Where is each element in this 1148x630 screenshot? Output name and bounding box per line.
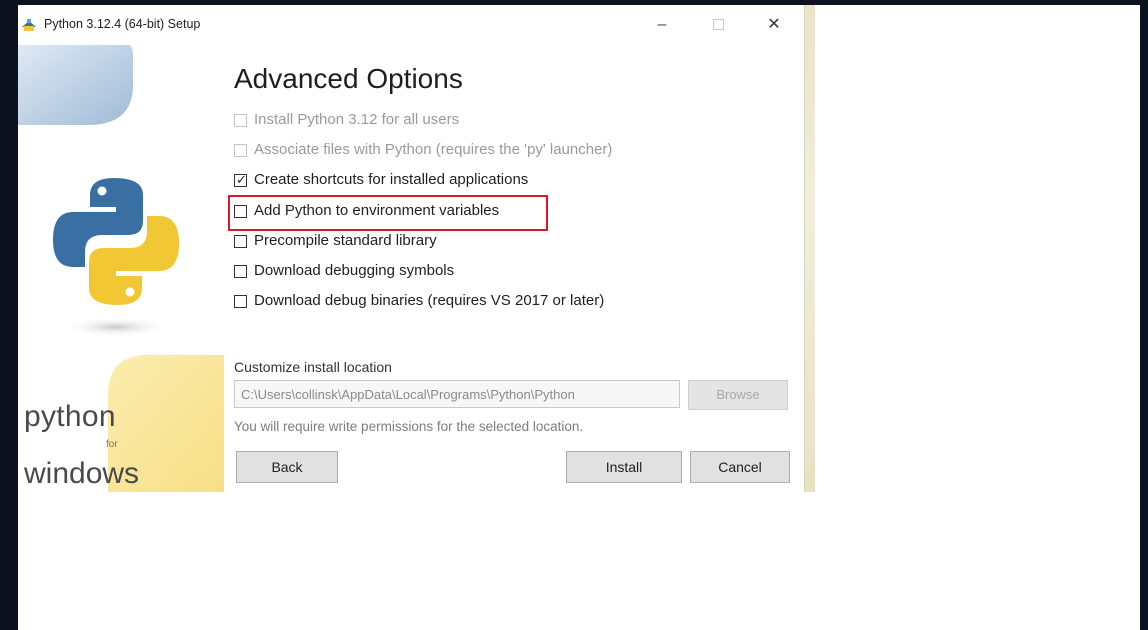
branding-panel: python for windows <box>18 45 224 492</box>
highlight-box <box>228 195 548 231</box>
checkbox[interactable] <box>234 265 247 278</box>
option-label: Create shortcuts for installed applicati… <box>254 171 529 188</box>
title-bar: Python 3.12.4 (64-bit) Setup – ✕ <box>18 5 804 45</box>
option-label: Precompile standard library <box>254 232 437 249</box>
option-label: Install Python 3.12 for all users <box>254 111 460 128</box>
install-location-input[interactable]: C:\Users\collinsk\AppData\Local\Programs… <box>234 380 680 408</box>
option-label: Download debug binaries (requires VS 201… <box>254 292 605 309</box>
python-setup-icon <box>22 19 36 31</box>
option-label: Associate files with Python (requires th… <box>254 141 613 158</box>
setup-dialog: Python 3.12.4 (64-bit) Setup – ✕ python … <box>18 5 804 492</box>
brand-for-text: for <box>106 439 118 450</box>
permissions-note: You will require write permissions for t… <box>234 419 584 434</box>
option-label: Download debugging symbols <box>254 262 455 279</box>
cancel-button[interactable]: Cancel <box>690 451 790 483</box>
checkmark-icon: ✓ <box>236 172 247 187</box>
page-title: Advanced Options <box>234 63 463 94</box>
checkbox[interactable] <box>234 144 247 157</box>
checkbox-checked[interactable]: ✓ <box>234 172 247 187</box>
brand-windows-text: windows <box>24 457 140 490</box>
minimize-button[interactable]: – <box>650 13 674 37</box>
install-button[interactable]: Install <box>566 451 682 483</box>
window-title: Python 3.12.4 (64-bit) Setup <box>44 17 201 31</box>
browse-button[interactable]: Browse <box>688 380 788 410</box>
background-window-edge <box>804 5 815 492</box>
maximize-icon <box>712 19 724 31</box>
screenshot-canvas: Python 3.12.4 (64-bit) Setup – ✕ python … <box>18 5 1140 630</box>
checkbox[interactable] <box>234 235 247 248</box>
maximize-button[interactable] <box>706 13 730 37</box>
install-location-label: Customize install location <box>234 359 392 375</box>
brand-python-text: python <box>24 400 116 433</box>
back-button[interactable]: Back <box>236 451 338 483</box>
checkbox[interactable] <box>234 295 247 308</box>
close-button[interactable]: ✕ <box>762 13 786 37</box>
checkbox[interactable] <box>234 114 247 127</box>
